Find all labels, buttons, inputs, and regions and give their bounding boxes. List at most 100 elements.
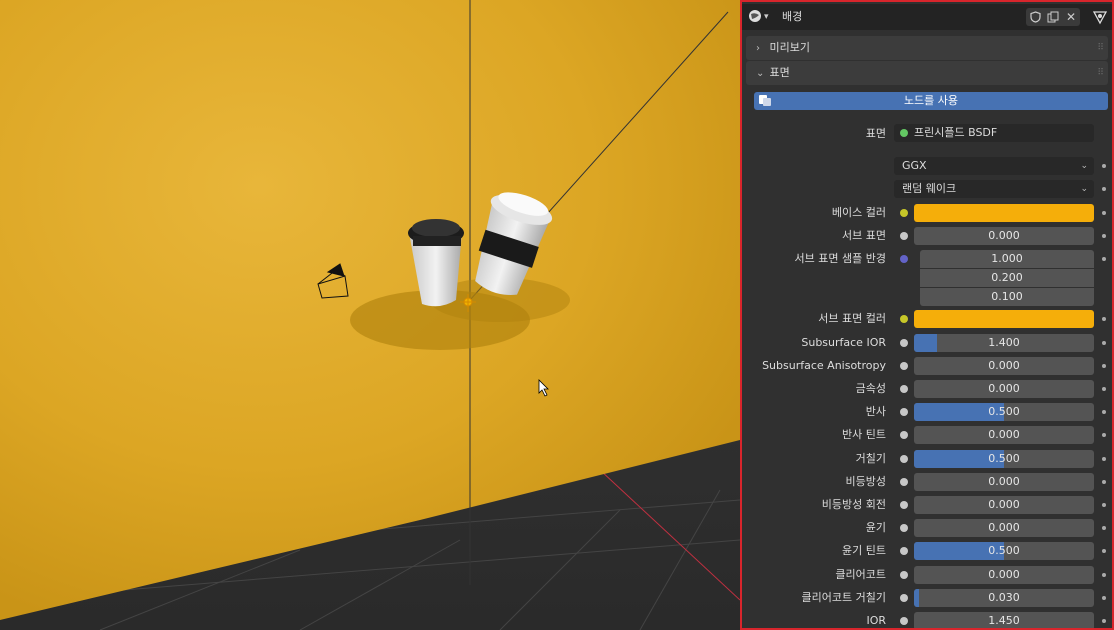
node-tree-icon[interactable] — [1092, 9, 1108, 25]
preview-section-label: 미리보기 — [769, 41, 810, 54]
decorator-dot[interactable] — [1102, 363, 1106, 368]
input-socket-icon[interactable] — [900, 385, 908, 393]
property-row: 윤기 0.000 — [742, 518, 1112, 538]
input-socket-icon[interactable] — [900, 209, 908, 217]
decorator-dot[interactable] — [1102, 164, 1106, 168]
shader-socket-icon — [900, 129, 908, 137]
input-socket-icon[interactable] — [900, 593, 908, 602]
decorator-dot[interactable] — [1102, 410, 1106, 415]
decorator-dot[interactable] — [1102, 526, 1106, 531]
decorator-dot[interactable] — [1102, 549, 1106, 554]
property-label: 서브 표면 — [842, 229, 886, 243]
decorator-dot[interactable] — [1102, 503, 1106, 507]
input-socket-icon[interactable] — [900, 338, 908, 347]
distribution-row — [742, 156, 1112, 176]
world-icon — [748, 9, 762, 26]
input-socket-icon[interactable] — [900, 570, 908, 579]
value-slider[interactable]: 0.000 — [914, 426, 1094, 445]
decorator-dot[interactable] — [1102, 387, 1106, 391]
slider-value: 0.500 — [988, 544, 1020, 558]
property-label: 윤기 — [865, 521, 886, 535]
decorator-dot[interactable] — [1102, 595, 1106, 600]
property-row: 반사 틴트 0.000 — [742, 425, 1112, 445]
property-row: 서브 표면 0.000 — [742, 226, 1112, 246]
value-slider[interactable]: 0.500 — [914, 542, 1094, 561]
input-socket-icon[interactable] — [900, 454, 908, 463]
surface-shader-label: 표면 — [865, 127, 886, 140]
slider-value: 1.450 — [988, 614, 1020, 627]
color-swatch[interactable] — [914, 204, 1094, 222]
slider-value: 0.000 — [988, 498, 1020, 511]
material-browse-button[interactable]: ▾ — [748, 9, 776, 25]
input-socket-icon[interactable] — [900, 501, 908, 509]
input-socket-icon[interactable] — [900, 361, 908, 370]
slider-value: 0.000 — [988, 567, 1020, 581]
close-icon[interactable]: ✕ — [1063, 9, 1079, 25]
decorator-dot[interactable] — [1102, 187, 1106, 191]
value-slider[interactable]: 0.000 — [914, 496, 1094, 514]
decorator-dot[interactable] — [1102, 340, 1106, 345]
property-label: 비등방성 회전 — [821, 498, 886, 511]
surface-section-label: 표면 — [769, 66, 790, 79]
decorator-dot[interactable] — [1102, 479, 1106, 484]
value-slider[interactable]: 0.500 — [914, 449, 1094, 468]
value-slider[interactable]: 1.450 — [914, 612, 1094, 628]
radius-component-field[interactable]: 1.000 — [920, 250, 1094, 269]
property-row: Subsurface Anisotropy 0.000 — [742, 356, 1112, 376]
preview-section-header[interactable]: › 미리보기 ⠿ — [746, 36, 1108, 60]
copy-icon[interactable] — [1045, 9, 1061, 25]
property-label: IOR — [866, 614, 886, 627]
decorator-dot[interactable] — [1102, 572, 1106, 577]
input-socket-icon[interactable] — [900, 524, 908, 533]
input-socket-icon[interactable] — [900, 315, 908, 324]
slider-value: 0.030 — [988, 590, 1020, 604]
property-label: 클리어코트 거칠기 — [801, 590, 886, 604]
input-socket-icon[interactable] — [900, 232, 908, 241]
node-icon — [758, 93, 772, 107]
material-name-field[interactable]: 배경 — [778, 8, 1028, 26]
color-swatch[interactable] — [914, 310, 1094, 329]
grip-icon[interactable]: ⠿ — [1097, 61, 1104, 85]
decorator-dot[interactable] — [1102, 234, 1106, 239]
value-slider[interactable]: 0.000 — [914, 472, 1094, 491]
property-row: 거칠기 0.500 — [742, 449, 1112, 469]
value-slider[interactable]: 0.000 — [914, 565, 1094, 584]
value-slider[interactable]: 0.000 — [914, 380, 1094, 398]
property-row: 클리어코트 거칠기 0.030 — [742, 588, 1112, 608]
input-socket-icon[interactable] — [900, 477, 908, 486]
decorator-dot[interactable] — [1102, 317, 1106, 322]
radius-component-field[interactable]: 0.100 — [920, 288, 1094, 307]
3d-viewport[interactable] — [0, 0, 740, 630]
property-row: 윤기 틴트 0.500 — [742, 541, 1112, 561]
value-slider[interactable]: 0.500 — [914, 403, 1094, 422]
value-slider[interactable]: 0.000 — [914, 519, 1094, 538]
decorator-dot[interactable] — [1102, 433, 1106, 438]
input-socket-icon[interactable] — [900, 617, 908, 625]
slider-value: 0.500 — [988, 451, 1020, 465]
value-slider[interactable]: 0.000 — [914, 356, 1094, 375]
value-slider[interactable]: 0.030 — [914, 588, 1094, 607]
use-nodes-button[interactable]: 노드를 사용 — [754, 92, 1108, 110]
value-slider[interactable]: 1.400 — [914, 333, 1094, 352]
material-header: ▾ 배경 ✕ — [742, 4, 1112, 30]
header-buttons: ✕ — [1026, 8, 1080, 26]
decorator-dot[interactable] — [1102, 257, 1106, 262]
surface-section-header[interactable]: ⌄ 표면 ⠿ — [746, 61, 1108, 85]
input-socket-icon[interactable] — [900, 408, 908, 417]
input-socket-icon[interactable] — [900, 255, 908, 264]
value-slider[interactable]: 0.000 — [914, 227, 1094, 246]
surface-shader-field[interactable]: 프린시플드 BSDF — [894, 124, 1094, 142]
decorator-dot[interactable] — [1102, 619, 1106, 623]
input-socket-icon[interactable] — [900, 431, 908, 440]
radius-component-field[interactable]: 0.200 — [920, 269, 1094, 288]
property-row: 금속성 0.000 — [742, 379, 1112, 399]
property-row: 서브 표면 컬러 — [742, 309, 1112, 329]
property-label: 비등방성 — [845, 474, 886, 488]
decorator-dot[interactable] — [1102, 456, 1106, 461]
decorator-dot[interactable] — [1102, 211, 1106, 215]
grip-icon[interactable]: ⠿ — [1097, 36, 1104, 60]
shield-icon[interactable] — [1027, 9, 1043, 25]
property-label: 윤기 틴트 — [842, 544, 886, 558]
input-socket-icon[interactable] — [900, 547, 908, 556]
property-row: Subsurface IOR 1.400 — [742, 333, 1112, 353]
